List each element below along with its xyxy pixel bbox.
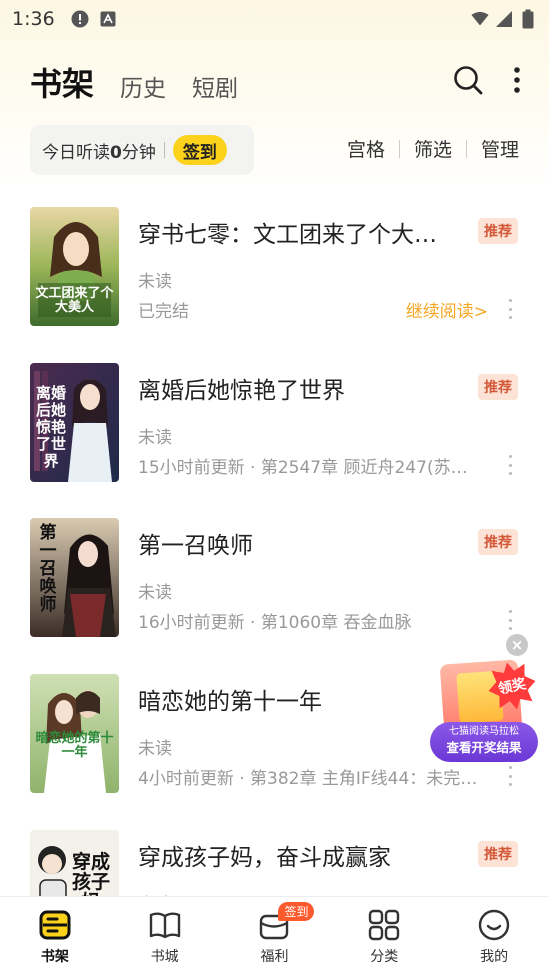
nav-profile[interactable]: 我的 [454, 908, 534, 966]
nav-bookstore-label: 书城 [150, 949, 179, 965]
recommend-badge: 推荐 [478, 374, 518, 400]
grid-view-button[interactable]: 宫格 [347, 135, 385, 162]
cover-title-text: 暗恋她的第十一年 [35, 731, 114, 760]
book-item[interactable]: 文工团来了个大美人 穿书七零：文工团来了个大美人 推荐 未读 已完结 继续阅读> [30, 207, 520, 327]
book-meta: 16小时前更新 · 第1060章 吞金血脉 [138, 613, 412, 633]
close-icon[interactable]: × [506, 634, 528, 656]
read-status: 未读 [138, 272, 172, 292]
checkin-button[interactable]: 签到 [172, 135, 227, 165]
book-title[interactable]: 穿成孩子妈，奋斗成赢家 [138, 838, 458, 872]
wifi-icon [471, 10, 489, 28]
book-meta: 15小时前更新 · 第2547章 顾近舟247(苏婳篇) [138, 458, 478, 478]
app-notification-icon [99, 10, 117, 28]
listen-time-text: 今日听读0分钟 [42, 142, 156, 163]
book-cover[interactable]: 第一召唤师 [30, 518, 119, 637]
tab-bookshelf-label: 书架 [30, 65, 95, 103]
battery-icon [519, 9, 537, 29]
cover-title-text: 文工团来了个大美人 [35, 286, 114, 315]
book-cover[interactable]: 暗恋她的第十一年 [30, 674, 119, 793]
manage-button[interactable]: 管理 [481, 135, 519, 162]
nav-welfare-label: 福利 [260, 949, 289, 965]
checkin-badge: 签到 [278, 902, 315, 921]
nav-profile-label: 我的 [480, 949, 509, 965]
book-item[interactable]: 离婚后她惊艳了世界 离婚后她惊艳了世界 推荐 未读 15小时前更新 · 第254… [30, 363, 520, 483]
promo-title: 查看开奖结果 [446, 740, 522, 755]
divider [398, 139, 400, 158]
tab-short-drama[interactable]: 短剧 [192, 69, 238, 103]
book-title[interactable]: 第一召唤师 [138, 526, 458, 560]
header: 书架 历史 短剧 [28, 59, 521, 105]
continue-reading-link[interactable]: 继续阅读> [406, 297, 488, 322]
alert-icon [71, 10, 89, 28]
more-options-icon[interactable] [504, 299, 516, 319]
marathon-promo-widget[interactable]: × 领奖 七猫阅读马拉松 查看开奖结果 [428, 632, 540, 768]
book-cover[interactable]: 文工团来了个大美人 [30, 207, 119, 326]
nav-bookshelf-label: 书架 [40, 949, 69, 965]
category-grid-icon [367, 908, 401, 942]
bottom-nav: 书架 书城 签到 福利 分类 我的 [0, 896, 549, 977]
recommend-badge: 推荐 [478, 218, 518, 244]
more-options-icon[interactable] [504, 610, 516, 630]
bookshelf-icon [38, 908, 72, 942]
status-notification-icons [71, 10, 117, 28]
cover-title-text: 第一召唤师 [39, 523, 57, 615]
filter-button[interactable]: 筛选 [414, 135, 452, 162]
promo-banner[interactable]: 七猫阅读马拉松 查看开奖结果 [430, 722, 538, 762]
nav-welfare[interactable]: 签到 福利 [234, 902, 315, 966]
tab-bookshelf[interactable]: 书架 [28, 59, 95, 105]
status-time: 1:36 [12, 8, 55, 30]
read-status: 未读 [138, 428, 172, 448]
header-actions [453, 65, 521, 99]
cover-title-text: 离婚后她惊艳了世界 [35, 384, 66, 470]
status-bar: 1:36 [0, 0, 549, 38]
search-icon[interactable] [453, 65, 483, 99]
book-cover[interactable]: 离婚后她惊艳了世界 [30, 363, 119, 482]
nav-bookshelf[interactable]: 书架 [15, 908, 95, 966]
nav-category[interactable]: 分类 [344, 908, 424, 966]
nav-bookstore[interactable]: 书城 [125, 908, 205, 966]
more-options-icon[interactable] [504, 766, 516, 786]
listen-time-bar: 今日听读0分钟 签到 [30, 125, 254, 175]
promo-subtitle: 七猫阅读马拉松 [449, 726, 519, 737]
shelf-tools: 宫格 筛选 管理 [347, 135, 519, 162]
recommend-badge: 推荐 [478, 529, 518, 555]
divider [163, 142, 165, 158]
read-status: 未读 [138, 739, 172, 759]
more-vertical-icon[interactable] [513, 66, 521, 98]
more-options-icon[interactable] [504, 455, 516, 475]
book-title[interactable]: 穿书七零：文工团来了个大美人 [138, 215, 458, 249]
book-item[interactable]: 第一召唤师 第一召唤师 推荐 未读 16小时前更新 · 第1060章 吞金血脉 [30, 518, 520, 638]
book-title[interactable]: 暗恋她的第十一年 [138, 682, 458, 716]
cellular-signal-icon [495, 10, 513, 28]
status-system-icons [471, 9, 537, 29]
divider [465, 139, 467, 158]
book-meta: 4小时前更新 · 第382章 主角IF线44：未完待续 [138, 769, 478, 789]
profile-smile-icon [477, 908, 511, 942]
tab-history[interactable]: 历史 [120, 69, 166, 103]
recommend-badge: 推荐 [478, 841, 518, 867]
read-status: 未读 [138, 583, 172, 603]
nav-category-label: 分类 [370, 949, 399, 965]
book-title[interactable]: 离婚后她惊艳了世界 [138, 371, 458, 405]
book-open-icon [148, 908, 182, 942]
